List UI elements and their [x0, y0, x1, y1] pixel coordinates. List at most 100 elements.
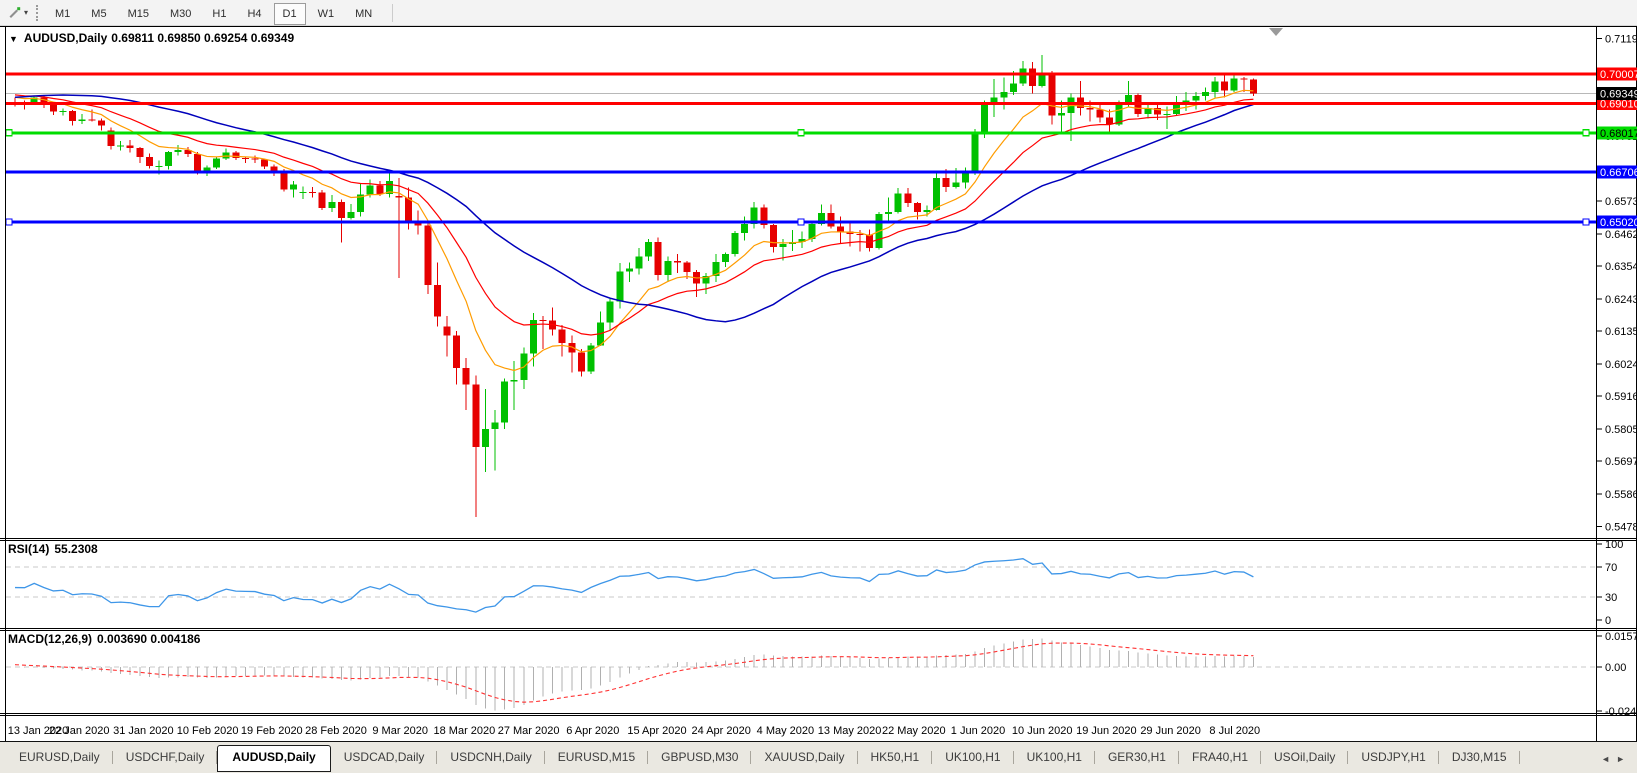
candle-body	[684, 263, 691, 272]
candle-body	[1240, 78, 1247, 79]
candle-body	[664, 261, 671, 275]
chart-tab-gbpusd-m30-6[interactable]: GBPUSD,M30	[648, 745, 751, 772]
tab-scroll-right-icon[interactable]: ►	[1616, 754, 1631, 764]
candle-body	[885, 212, 892, 214]
date-label: 18 Mar 2020	[434, 725, 496, 737]
chart-tab-hk50-h1-8[interactable]: HK50,H1	[858, 745, 933, 772]
chart-tab-eurusd-daily-0[interactable]: EURUSD,Daily	[6, 745, 113, 772]
chart-tab-usdjpy-h1-14[interactable]: USDJPY,H1	[1348, 745, 1438, 772]
chart-tab-usdcad-daily-3[interactable]: USDCAD,Daily	[331, 745, 438, 772]
date-label: 29 Jun 2020	[1140, 725, 1201, 737]
drawing-tool-icon[interactable]	[5, 4, 23, 22]
candle-body	[1029, 68, 1036, 86]
hline-handle[interactable]	[798, 130, 804, 136]
rsi-tick-label: 70	[1605, 562, 1617, 574]
date-label: 31 Jan 2020	[113, 725, 174, 737]
date-label: 6 Apr 2020	[566, 725, 619, 737]
hline-handle[interactable]	[6, 219, 12, 225]
chart-tab-ger30-h1-11[interactable]: GER30,H1	[1095, 745, 1179, 772]
candle-body	[1010, 83, 1017, 91]
timeframes-toolbar: ▾ M1M5M15M30H1H4D1W1MN	[0, 0, 1637, 26]
price-badge-label: 0.65020	[1600, 217, 1637, 229]
chart-tab-uk100-h1-9[interactable]: UK100,H1	[932, 745, 1013, 772]
date-label: 10 Feb 2020	[177, 725, 239, 737]
candle-body	[127, 146, 134, 148]
chart-tab-uk100-h1-10[interactable]: UK100,H1	[1014, 745, 1095, 772]
candle-body	[405, 197, 412, 222]
chart-tab-dj30-m15-15[interactable]: DJ30,M15	[1439, 745, 1520, 772]
mt4-window: ▾ M1M5M15M30H1H4D1W1MN ▼AUDUSD,Daily0.69…	[0, 0, 1637, 773]
candle-body	[367, 186, 374, 195]
candle-body	[904, 193, 911, 203]
candle-body	[1192, 96, 1199, 100]
price-tick-label: 0.62430	[1605, 294, 1637, 306]
macd-name: MACD(12,26,9)	[8, 632, 92, 646]
candle-body	[213, 159, 220, 168]
hline-handle[interactable]	[6, 130, 12, 136]
candle-body	[60, 111, 67, 112]
candle-body	[463, 368, 470, 384]
chart-tab-usdcnh-daily-4[interactable]: USDCNH,Daily	[437, 745, 544, 772]
tab-scroll-arrows[interactable]: ◄►	[1601, 754, 1631, 764]
timeframe-button-m15[interactable]: M15	[119, 3, 158, 25]
candle-body	[943, 178, 950, 187]
candle-body	[1020, 68, 1027, 83]
candle-body	[1125, 95, 1132, 102]
hline-handle[interactable]	[1583, 130, 1589, 136]
toolbar-grip[interactable]	[36, 5, 38, 21]
candle-body	[732, 233, 739, 254]
candle-body	[828, 213, 835, 226]
chart-tab-audusd-daily-2[interactable]: AUDUSD,Daily	[217, 745, 330, 772]
chart-menu-icon[interactable]: ▼	[9, 34, 18, 44]
date-label: 19 Feb 2020	[241, 725, 303, 737]
price-tick-label: 0.60240	[1605, 359, 1637, 371]
candle-body	[501, 382, 508, 423]
chart-canvas[interactable]: 0.711900.679200.657300.646200.635400.624…	[0, 26, 1637, 741]
timeframe-button-mn[interactable]: MN	[346, 3, 381, 25]
price-tick-label: 0.56970	[1605, 456, 1637, 468]
timeframe-button-w1[interactable]: W1	[309, 3, 344, 25]
price-tick-label: 0.58050	[1605, 424, 1637, 436]
rsi-tick-label: 30	[1605, 592, 1617, 604]
price-tick-label: 0.71190	[1605, 34, 1637, 46]
macd-tick-label: 0.00	[1605, 662, 1626, 674]
candle-body	[933, 178, 940, 210]
candle-body	[319, 193, 326, 208]
candle-body	[540, 320, 547, 321]
tab-scroll-left-icon[interactable]: ◄	[1601, 754, 1616, 764]
date-label: 19 Jun 2020	[1076, 725, 1137, 737]
candle-body	[232, 152, 239, 158]
candle-body	[444, 327, 451, 336]
chart-tab-usoil-daily-13[interactable]: USOil,Daily	[1261, 745, 1348, 772]
candle-body	[146, 157, 153, 166]
price-tick-label: 0.59160	[1605, 391, 1637, 403]
timeframe-button-m5[interactable]: M5	[82, 3, 115, 25]
chart-tab-fra40-h1-12[interactable]: FRA40,H1	[1179, 745, 1261, 772]
timeframe-buttons: M1M5M15M30H1H4D1W1MN	[46, 4, 384, 22]
tool-caret-icon[interactable]: ▾	[24, 8, 28, 17]
timeframe-button-d1[interactable]: D1	[274, 3, 306, 25]
chart-tab-usdchf-daily-1[interactable]: USDCHF,Daily	[113, 745, 218, 772]
candle-body	[952, 182, 959, 186]
candle-body	[674, 261, 681, 262]
candle-body	[1212, 81, 1219, 91]
timeframe-button-m1[interactable]: M1	[46, 3, 79, 25]
price-badge-label: 0.66706	[1600, 167, 1637, 179]
hline-handle[interactable]	[798, 219, 804, 225]
chart-title: ▼AUDUSD,Daily0.69811 0.69850 0.69254 0.6…	[9, 31, 298, 45]
price-badge-label: 0.70007	[1600, 69, 1637, 81]
candle-body	[1048, 74, 1055, 116]
candle-body	[1000, 92, 1007, 98]
timeframe-button-m30[interactable]: M30	[161, 3, 200, 25]
candle-body	[88, 120, 95, 121]
timeframe-button-h4[interactable]: H4	[238, 3, 270, 25]
candle-body	[1039, 74, 1046, 86]
hline-handle[interactable]	[1583, 219, 1589, 225]
chart-tab-eurusd-m15-5[interactable]: EURUSD,M15	[545, 745, 648, 772]
candle-body	[50, 105, 57, 112]
chart-tab-xauusd-daily-7[interactable]: XAUUSD,Daily	[751, 745, 857, 772]
timeframe-button-h1[interactable]: H1	[203, 3, 235, 25]
candle-body	[175, 150, 182, 152]
macd-tick-label: -0.024417	[1605, 706, 1637, 718]
candle-body	[626, 269, 633, 272]
